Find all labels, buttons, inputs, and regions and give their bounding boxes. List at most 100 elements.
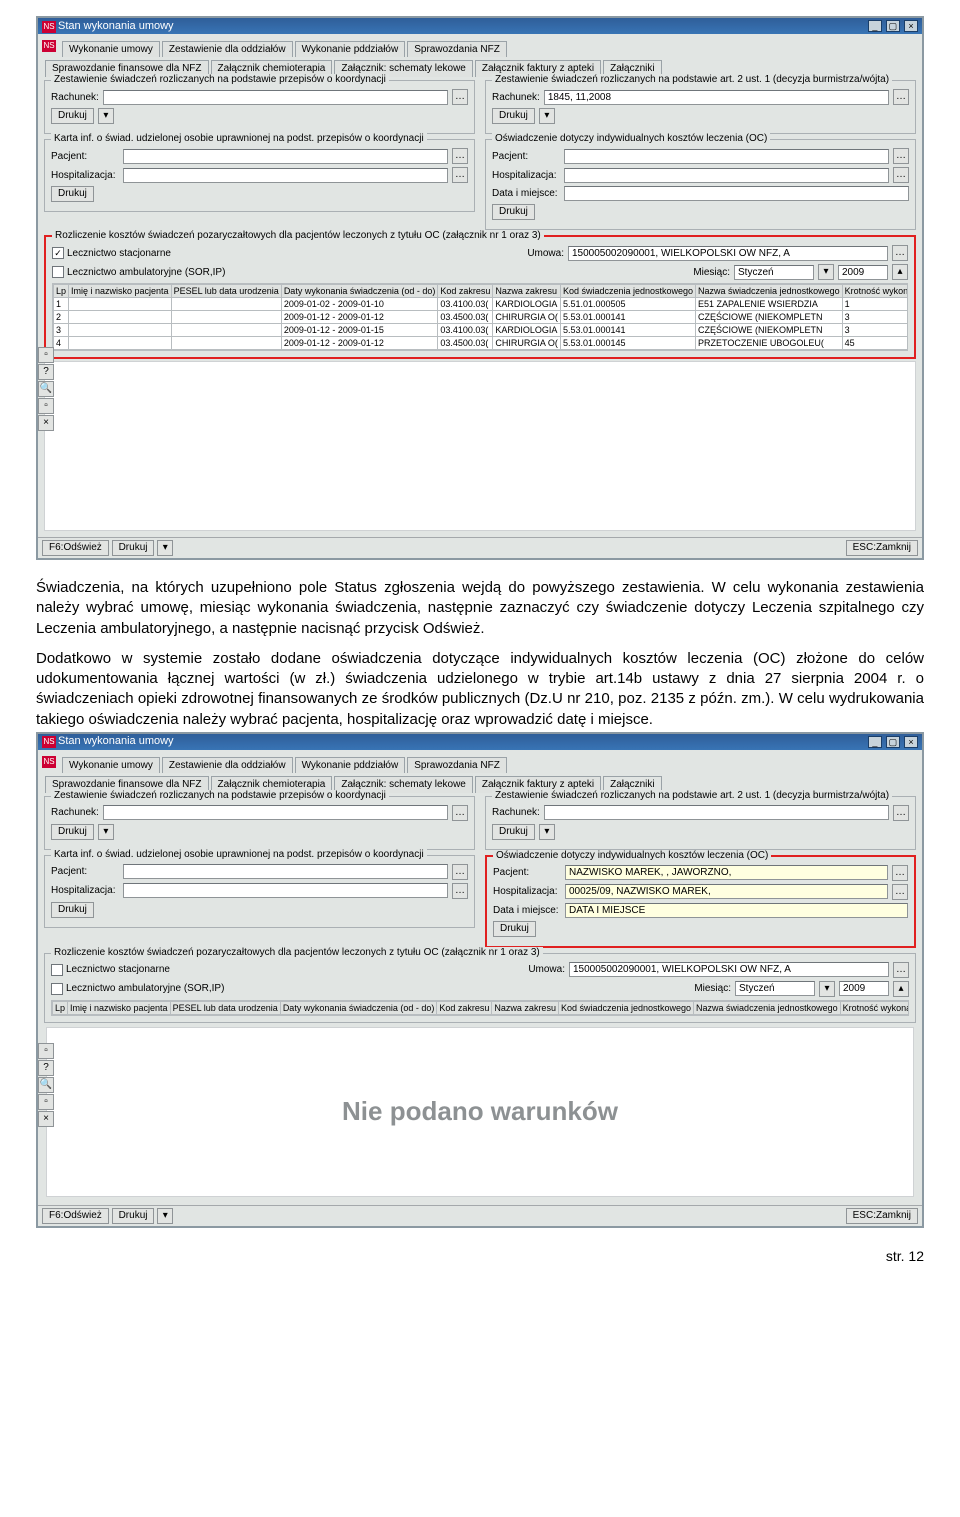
tab[interactable]: Wykonanie umowy: [62, 41, 160, 57]
search-button[interactable]: 🔍: [38, 381, 54, 397]
table-row[interactable]: 22009-01-12 - 2009-01-1203.4500.03(CHIRU…: [54, 311, 909, 324]
spin-button[interactable]: ▴: [893, 981, 909, 997]
close-button[interactable]: ×: [38, 415, 54, 431]
tool-button[interactable]: ▾: [157, 1208, 173, 1224]
close-button[interactable]: ×: [38, 1111, 54, 1127]
help-button[interactable]: ?: [38, 1060, 54, 1076]
lookup-button[interactable]: …: [893, 148, 909, 164]
miesiac-field[interactable]: Styczeń: [734, 265, 814, 280]
minimize-button[interactable]: _: [868, 20, 882, 32]
maximize-button[interactable]: ▢: [886, 20, 900, 32]
spin-button[interactable]: ▴: [892, 264, 908, 280]
chk-ambulatoryjne[interactable]: Lecznictwo ambulatoryjne (SOR,IP): [52, 266, 225, 278]
rachunek-field[interactable]: [103, 90, 448, 105]
lookup-button[interactable]: …: [893, 89, 909, 105]
app-icon: NS: [42, 756, 56, 768]
tab[interactable]: Zestawienie dla oddziałów: [162, 757, 293, 773]
lookup-button[interactable]: …: [892, 865, 908, 881]
chk-ambulatoryjne[interactable]: Lecznictwo ambulatoryjne (SOR,IP): [51, 983, 224, 995]
print-button[interactable]: Drukuj: [493, 921, 536, 937]
lookup-button[interactable]: …: [452, 148, 468, 164]
tab[interactable]: Zestawienie dla oddziałów: [162, 41, 293, 57]
umowa-label: Umowa:: [528, 964, 565, 975]
tool-button[interactable]: ▫: [38, 398, 54, 414]
app-icon: NS: [42, 736, 56, 748]
tab[interactable]: Wykonanie umowy: [62, 757, 160, 773]
lookup-button[interactable]: …: [452, 167, 468, 183]
close-button[interactable]: ESC:Zamknij: [846, 540, 918, 556]
tab[interactable]: Sprawozdania NFZ: [407, 757, 507, 773]
print-button[interactable]: Drukuj: [51, 902, 94, 918]
close-button[interactable]: ×: [904, 20, 918, 32]
lookup-button[interactable]: …: [452, 89, 468, 105]
lookup-button[interactable]: …: [452, 864, 468, 880]
umowa-field[interactable]: 150005002090001, WIELKOPOLSKI OW NFZ, A: [568, 246, 888, 261]
print-button[interactable]: Drukuj: [51, 824, 94, 840]
data-field[interactable]: DATA I MIEJSCE: [565, 903, 908, 918]
close-button[interactable]: ×: [904, 736, 918, 748]
lookup-button[interactable]: …: [893, 805, 909, 821]
help-button[interactable]: ?: [38, 364, 54, 380]
pacjent-field[interactable]: [564, 149, 889, 164]
tool-button[interactable]: ▾: [157, 540, 173, 556]
hosp-field[interactable]: 00025/09, NAZWISKO MAREK,: [565, 884, 888, 899]
lookup-button[interactable]: …: [892, 884, 908, 900]
hosp-field[interactable]: [564, 168, 889, 183]
print-button[interactable]: Drukuj: [492, 204, 535, 220]
tool-button[interactable]: ▫: [38, 1043, 54, 1059]
tool-button[interactable]: ▾: [98, 108, 114, 124]
tool-button[interactable]: ▫: [38, 1094, 54, 1110]
lookup-button[interactable]: …: [893, 962, 909, 978]
tab-row-1: Wykonanie umowy Zestawienie dla oddziałó…: [59, 754, 918, 773]
lookup-button[interactable]: …: [452, 883, 468, 899]
umowa-field[interactable]: 150005002090001, WIELKOPOLSKI OW NFZ, A: [569, 962, 889, 977]
dropdown-button[interactable]: ▾: [819, 981, 835, 997]
tool-button[interactable]: ▾: [98, 824, 114, 840]
rachunek-field[interactable]: 1845, 11,2008: [544, 90, 889, 105]
chk-stacjonarne[interactable]: ✓Lecznictwo stacjonarne: [52, 247, 171, 259]
table-row[interactable]: 32009-01-12 - 2009-01-1503.4100.03(KARDI…: [54, 324, 909, 337]
lookup-button[interactable]: …: [893, 167, 909, 183]
refresh-button[interactable]: F6:Odśwież: [42, 1208, 109, 1224]
rachunek-label: Rachunek:: [492, 92, 540, 103]
left-toolbar: ▫ ? 🔍 ▫ ×: [38, 1042, 56, 1128]
data-table-wrap: LpImię i nazwisko pacjentaPESEL lub data…: [52, 283, 908, 351]
print-button[interactable]: Drukuj: [51, 186, 94, 202]
hosp-field[interactable]: [123, 168, 448, 183]
pacjent-field[interactable]: [123, 864, 448, 879]
chk-stacjonarne[interactable]: Lecznictwo stacjonarne: [51, 964, 170, 976]
minimize-button[interactable]: _: [868, 736, 882, 748]
rachunek-field[interactable]: [103, 805, 448, 820]
print-button[interactable]: Drukuj: [112, 1208, 155, 1224]
pacjent-field[interactable]: NAZWISKO MAREK, , JAWORZNO,: [565, 865, 888, 880]
rok-field[interactable]: 2009: [839, 981, 889, 996]
tab[interactable]: Sprawozdania NFZ: [407, 41, 507, 57]
print-button[interactable]: Drukuj: [492, 108, 535, 124]
data-table-wrap: LpImię i nazwisko pacjentaPESEL lub data…: [51, 1000, 909, 1016]
print-button[interactable]: Drukuj: [492, 824, 535, 840]
data-table: LpImię i nazwisko pacjentaPESEL lub data…: [52, 1001, 909, 1015]
lookup-button[interactable]: …: [452, 805, 468, 821]
search-button[interactable]: 🔍: [38, 1077, 54, 1093]
tool-button[interactable]: ▫: [38, 347, 54, 363]
table-row[interactable]: 12009-01-02 - 2009-01-1003.4100.03(KARDI…: [54, 298, 909, 311]
print-button[interactable]: Drukuj: [51, 108, 94, 124]
miesiac-field[interactable]: Styczeń: [735, 981, 815, 996]
close-button[interactable]: ESC:Zamknij: [846, 1208, 918, 1224]
rok-field[interactable]: 2009: [838, 265, 888, 280]
tool-button[interactable]: ▾: [539, 108, 555, 124]
left-toolbar: ▫ ? 🔍 ▫ ×: [38, 346, 56, 432]
rachunek-field[interactable]: [544, 805, 889, 820]
table-row[interactable]: 42009-01-12 - 2009-01-1203.4500.03(CHIRU…: [54, 337, 909, 350]
print-button[interactable]: Drukuj: [112, 540, 155, 556]
data-field[interactable]: [564, 186, 909, 201]
maximize-button[interactable]: ▢: [886, 736, 900, 748]
tab[interactable]: Wykonanie pddziałów: [295, 41, 406, 57]
tool-button[interactable]: ▾: [539, 824, 555, 840]
refresh-button[interactable]: F6:Odśwież: [42, 540, 109, 556]
lookup-button[interactable]: …: [892, 245, 908, 261]
hosp-field[interactable]: [123, 883, 448, 898]
tab[interactable]: Wykonanie pddziałów: [295, 757, 406, 773]
pacjent-field[interactable]: [123, 149, 448, 164]
dropdown-button[interactable]: ▾: [818, 264, 834, 280]
